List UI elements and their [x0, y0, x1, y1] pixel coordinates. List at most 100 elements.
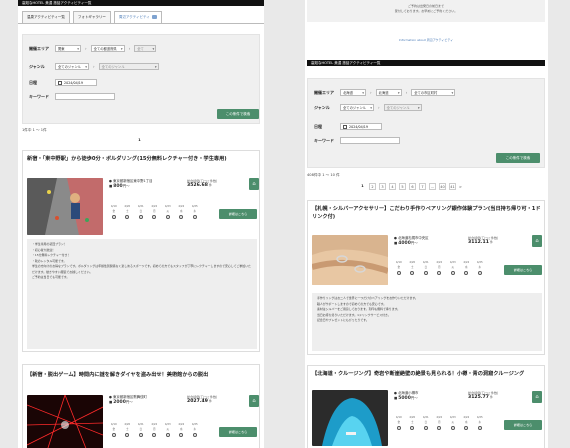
- tab-photo-gallery[interactable]: フォトギャラリー: [72, 11, 111, 23]
- tab-hotel-activities[interactable]: 温泉アクティビティ一覧: [22, 11, 70, 23]
- date-column: 4/19 金: [107, 423, 121, 440]
- detail-button[interactable]: 詳細はこちら: [219, 427, 257, 437]
- availability-circle-icon[interactable]: [125, 215, 130, 219]
- page-link[interactable]: 40: [439, 183, 446, 190]
- page-link[interactable]: 2: [369, 183, 376, 190]
- availability-circle-icon[interactable]: [410, 426, 415, 430]
- availability-circle-icon[interactable]: [138, 215, 143, 219]
- availability-circle-icon[interactable]: [450, 426, 455, 430]
- availability-circle-icon[interactable]: [410, 271, 415, 275]
- availability-circle-icon[interactable]: [111, 433, 116, 437]
- page-link[interactable]: 3: [379, 183, 386, 190]
- page-link[interactable]: 7: [419, 183, 426, 190]
- detail-button[interactable]: 詳細はこちら: [504, 265, 542, 275]
- page-link[interactable]: 41: [449, 183, 456, 190]
- tab-nearby-activities[interactable]: 周辺アクティビティ: [113, 11, 162, 23]
- genre-select[interactable]: 全てのジャンル: [55, 63, 89, 70]
- keyword-input[interactable]: [340, 137, 400, 144]
- favorite-button[interactable]: ⌂: [249, 178, 259, 190]
- availability-circle-icon[interactable]: [179, 433, 184, 437]
- availability-circle-icon[interactable]: [138, 433, 143, 437]
- page-link[interactable]: …: [429, 183, 436, 190]
- availability-circle-icon[interactable]: [464, 426, 469, 430]
- arrow-icon: ›: [85, 46, 87, 51]
- site-header: 高知なHOTEL 美濃 旅話アクティビティ一覧: [307, 60, 545, 66]
- date-input[interactable]: 2024/04/19: [55, 79, 97, 86]
- city-select[interactable]: 全て: [134, 45, 157, 52]
- availability-circle-icon[interactable]: [423, 271, 428, 275]
- weekday-label: 木: [193, 427, 197, 431]
- prefecture-select[interactable]: 北海道: [375, 89, 402, 96]
- availability-circle-icon[interactable]: [152, 433, 157, 437]
- page-1[interactable]: 1: [136, 137, 143, 144]
- availability-circle-icon[interactable]: [464, 271, 469, 275]
- prefecture-select[interactable]: 全ての都道府県: [90, 45, 125, 52]
- pagination: 1: [136, 137, 143, 144]
- availability-circle-icon[interactable]: [450, 271, 455, 275]
- region-select[interactable]: 北海道: [340, 89, 366, 96]
- page-link[interactable]: 1: [359, 183, 366, 190]
- location: 東京都新宿区歌舞伎町: [113, 395, 147, 399]
- activity-photo[interactable]: [27, 395, 103, 448]
- region-select[interactable]: 関東: [55, 45, 81, 52]
- availability-circle-icon[interactable]: [396, 426, 401, 430]
- date-column: 4/19 金: [392, 416, 406, 433]
- availability-circle-icon[interactable]: [165, 433, 170, 437]
- detail-button[interactable]: 詳細はこちら: [504, 420, 542, 430]
- rating-value: 2027.49: [187, 399, 208, 404]
- date-column: 4/25 木: [188, 423, 202, 440]
- search-button[interactable]: この条件で検索: [496, 153, 540, 163]
- availability-circle-icon[interactable]: [437, 426, 442, 430]
- availability-circle-icon[interactable]: [437, 271, 442, 275]
- availability-circle-icon[interactable]: [152, 215, 157, 219]
- availability-circle-icon[interactable]: [396, 271, 401, 275]
- weekday-label: 火: [166, 209, 170, 213]
- favorite-button[interactable]: ⌂: [532, 391, 542, 403]
- detail-button[interactable]: 詳細はこちら: [219, 209, 257, 219]
- description-line: 記念日やプレゼントにもぴったりです。: [317, 318, 369, 322]
- keyword-input[interactable]: [55, 93, 115, 100]
- search-button[interactable]: この条件で検索: [217, 109, 259, 119]
- rating-block: 総合評価(口コミ件数) 3125.77 件: [468, 391, 498, 400]
- availability-circle-icon[interactable]: [165, 215, 170, 219]
- availability-circle-icon[interactable]: [179, 215, 184, 219]
- activity-title[interactable]: 【北海道・クルージング】奇岩や断崖絶壁の絶景も見られる！小樽・青の洞窟クルージン…: [312, 370, 542, 378]
- availability-circle-icon[interactable]: [125, 433, 130, 437]
- weekday-label: 木: [478, 420, 482, 424]
- availability-circle-icon[interactable]: [192, 433, 197, 437]
- activity-photo[interactable]: [312, 390, 388, 446]
- subgenre-select[interactable]: 全てのジャンル: [98, 63, 159, 70]
- availability-circle-icon[interactable]: [477, 271, 482, 275]
- availability-circle-icon[interactable]: [423, 426, 428, 430]
- activity-title[interactable]: 新宿・「東中野駅」から徒歩0分・ボルダリング(15分無料レクチャー付き・学生専用…: [27, 155, 257, 163]
- availability-circle-icon[interactable]: [477, 426, 482, 430]
- activity-title[interactable]: 【札幌・シルバーアクセサリー】こだわり手作りペアリング銀作体験プラン(当日持ち帰…: [312, 205, 542, 221]
- next-page-icon[interactable]: >: [459, 185, 462, 189]
- activity-card: 【北海道・クルージング】奇岩や断崖絶壁の絶景も見られる！小樽・青の洞窟クルージン…: [307, 365, 545, 448]
- favorite-button[interactable]: ⌂: [249, 395, 259, 407]
- favorite-button[interactable]: ⌂: [532, 235, 542, 247]
- page-link[interactable]: 5: [399, 183, 406, 190]
- weekday-label: 水: [464, 420, 468, 424]
- availability-circle-icon[interactable]: [111, 215, 116, 219]
- activity-info: ● 北海道札幌市中央区 ■ 4000円〜: [394, 236, 429, 246]
- date-column: 4/21 日: [419, 261, 433, 278]
- weekday-label: 土: [410, 265, 414, 269]
- arrow-icon: ›: [405, 90, 408, 95]
- genre-select[interactable]: 全てのジャンル: [340, 104, 374, 111]
- rating-value: 3112.11: [468, 240, 489, 245]
- activity-photo[interactable]: [27, 178, 103, 235]
- activity-photo[interactable]: [312, 235, 388, 285]
- activity-title[interactable]: 【新宿・脱出ゲーム】時間内に謎を解きダイヤを盗み出せ！美術館からの脱出: [27, 371, 257, 379]
- date-column: 4/21 日: [419, 416, 433, 433]
- date-input[interactable]: 2024/04/19: [340, 123, 382, 130]
- page-link[interactable]: 4: [389, 183, 396, 190]
- date-column: 4/24 水: [175, 205, 189, 222]
- info-link[interactable]: Information about 周辺アクティビティ: [307, 38, 545, 42]
- availability-circle-icon[interactable]: [192, 215, 197, 219]
- keyword-label: キーワード: [314, 137, 334, 143]
- page-link[interactable]: 6: [409, 183, 416, 190]
- arrow-icon: ›: [378, 105, 380, 110]
- subgenre-select[interactable]: 全てのジャンル: [383, 104, 422, 111]
- city-select[interactable]: 全ての市区町村: [411, 89, 456, 96]
